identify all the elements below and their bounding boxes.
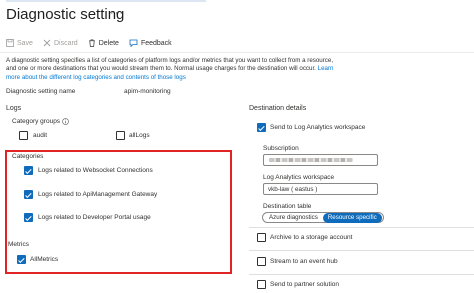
websocket-logs-label: Logs related to Websocket Connections xyxy=(38,167,153,174)
feedback-icon xyxy=(129,39,138,47)
event-hub-checkbox[interactable] xyxy=(257,257,266,266)
info-icon[interactable] xyxy=(62,118,69,125)
discard-button[interactable]: Discard xyxy=(43,39,78,47)
allmetrics-label: AllMetrics xyxy=(30,256,59,263)
archive-storage-label: Archive to a storage account xyxy=(270,234,353,241)
setting-name-label: Diagnostic setting name xyxy=(6,88,76,95)
description-line-1: A diagnostic setting specifies a list of… xyxy=(6,57,334,64)
gateway-logs-label: Logs related to ApiManagement Gateway xyxy=(38,191,158,198)
subscription-label: Subscription xyxy=(263,145,299,152)
feedback-button[interactable]: Feedback xyxy=(129,39,172,47)
delete-button[interactable]: Delete xyxy=(88,39,119,47)
learn-more-link-start[interactable]: Learn xyxy=(318,65,334,72)
workspace-field[interactable]: vkb-law ( eastus ) xyxy=(263,183,378,195)
metrics-heading: Metrics xyxy=(8,241,29,248)
resource-specific-option[interactable]: Resource specific xyxy=(322,212,382,223)
page-title: Diagnostic setting xyxy=(6,6,125,23)
feedback-label: Feedback xyxy=(140,39,172,47)
websocket-logs-checkbox[interactable] xyxy=(24,166,33,175)
alllogs-checkbox[interactable] xyxy=(116,131,125,140)
destination-divider xyxy=(249,227,474,228)
description-text: A diagnostic setting specifies a list of… xyxy=(6,57,351,82)
delete-label: Delete xyxy=(98,39,119,47)
category-groups-label: Category groups xyxy=(12,118,61,125)
logs-heading: Logs xyxy=(6,105,22,112)
save-button[interactable]: Save xyxy=(6,39,33,47)
subscription-field[interactable] xyxy=(263,154,378,166)
destination-divider xyxy=(249,250,474,251)
send-to-log-analytics-label: Send to Log Analytics workspace xyxy=(270,124,366,131)
azure-diagnostics-option[interactable]: Azure diagnostics xyxy=(264,213,323,223)
developer-portal-logs-checkbox[interactable] xyxy=(24,213,33,222)
more-options-icon[interactable]: ··· xyxy=(110,7,124,19)
trash-icon xyxy=(88,39,95,47)
destination-table-label: Destination table xyxy=(263,203,312,210)
setting-name-value: apim-monitoring xyxy=(124,88,171,95)
send-to-log-analytics-checkbox[interactable] xyxy=(257,123,266,132)
redacted-subscription xyxy=(269,158,353,162)
destination-heading: Destination details xyxy=(249,105,307,112)
audit-checkbox[interactable] xyxy=(19,131,28,140)
categories-heading: Categories xyxy=(12,153,44,160)
discard-label: Discard xyxy=(53,39,78,47)
destination-divider xyxy=(249,274,474,275)
close-icon xyxy=(43,39,51,47)
description-line-2: and one or more destinations that you wo… xyxy=(6,65,316,73)
allmetrics-checkbox[interactable] xyxy=(17,255,26,264)
workspace-label: Log Analytics workspace xyxy=(263,174,335,181)
partner-solution-checkbox[interactable] xyxy=(257,280,266,289)
audit-label: audit xyxy=(33,132,48,139)
breadcrumb-remnant xyxy=(6,0,206,2)
developer-portal-logs-label: Logs related to Developer Portal usage xyxy=(38,214,151,221)
toolbar-divider xyxy=(0,52,474,53)
event-hub-label: Stream to an event hub xyxy=(270,258,338,265)
save-label: Save xyxy=(17,39,33,47)
learn-more-link[interactable]: more about the different log categories … xyxy=(6,74,186,81)
destination-table-toggle: Azure diagnostics Resource specific xyxy=(262,212,384,223)
command-bar: Save Discard Delete Feedback xyxy=(6,36,182,50)
alllogs-label: allLogs xyxy=(129,132,150,139)
partner-solution-label: Send to partner solution xyxy=(270,281,340,288)
save-icon xyxy=(6,39,14,47)
archive-storage-checkbox[interactable] xyxy=(257,233,266,242)
gateway-logs-checkbox[interactable] xyxy=(24,190,33,199)
